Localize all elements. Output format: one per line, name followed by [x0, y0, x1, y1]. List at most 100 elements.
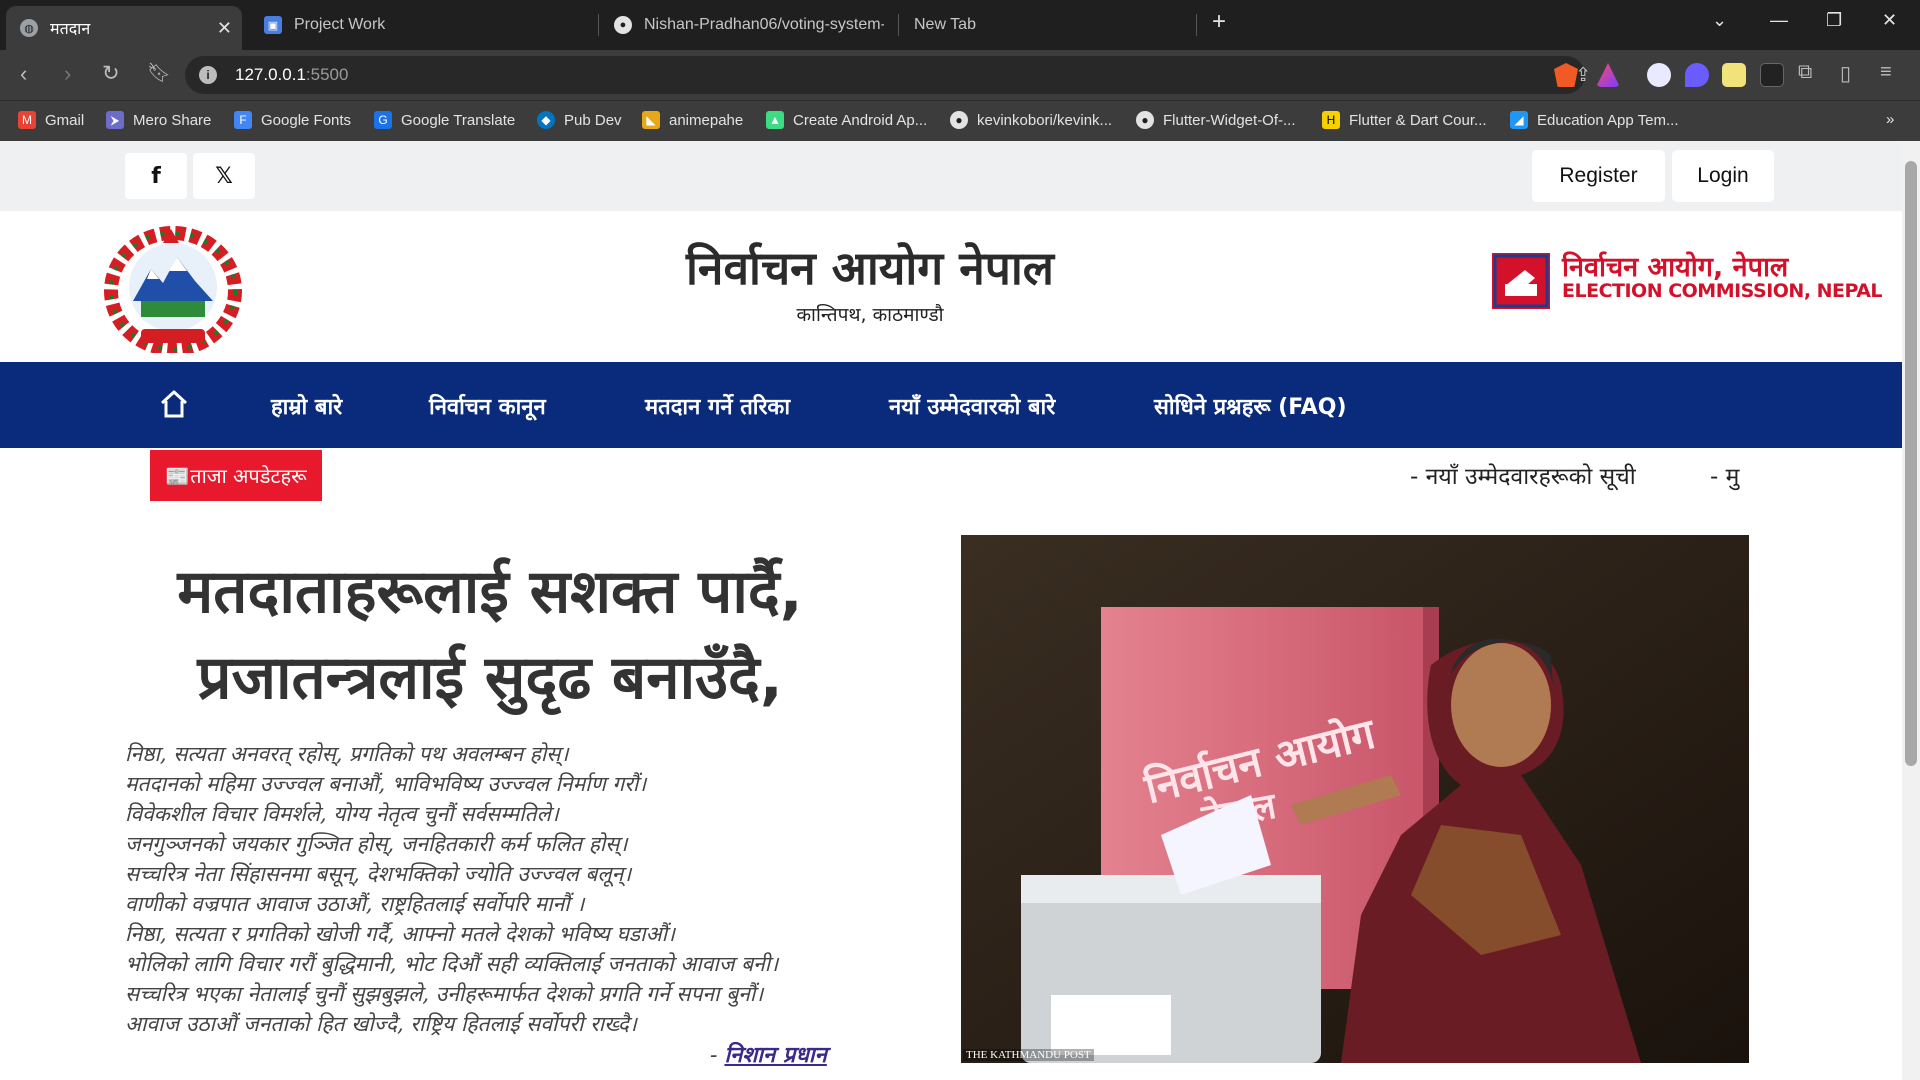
tab-title: Nishan-Pradhan06/voting-system-ht [644, 16, 884, 33]
poem-line: निष्ठा, सत्यता र प्रगतिको खोजी गर्दै, आफ… [125, 922, 676, 946]
bookmark-flutter-widget[interactable]: ● Flutter-Widget-Of-... [1136, 111, 1296, 129]
extension-circle-icon[interactable] [1647, 63, 1671, 87]
poem-line: विवेकशील विचार विमर्शले, योग्य नेतृत्व च… [125, 802, 559, 826]
poem-line: आवाज उठाऔं जनताको हित खोज्दै, राष्ट्रिय … [125, 1012, 637, 1036]
tab-divider [598, 14, 599, 36]
tab-title: मतदान [50, 21, 91, 38]
tab-search-chevron-icon[interactable]: ⌄ [1712, 10, 1727, 31]
tab-strip: ◍ मतदान ✕ ▣ Project Work ● Nishan-Pradha… [0, 0, 1920, 50]
bookmarks-overflow-icon[interactable]: » [1886, 111, 1894, 128]
hero-title-line: मतदाताहरूलाई सशक्त पार्दै, [177, 557, 803, 627]
new-tab-icon[interactable]: + [1212, 8, 1226, 36]
login-button[interactable]: Login [1672, 150, 1774, 202]
android-icon: ▲ [766, 111, 784, 129]
bookmark-pub-dev[interactable]: ◆ Pub Dev [537, 111, 622, 129]
election-commission-logo-icon [1492, 253, 1550, 309]
facebook-button[interactable]: f [125, 153, 187, 199]
bookmark-create-android[interactable]: ▲ Create Android Ap... [766, 111, 927, 129]
nav-election-law[interactable]: निर्वाचन कानून [429, 391, 546, 421]
sidebar-icon[interactable]: ▯ [1840, 61, 1851, 86]
extensions-puzzle-icon[interactable]: ⧉ [1798, 61, 1812, 84]
bookmark-google-fonts[interactable]: F Google Fonts [234, 111, 351, 129]
scrollbar-thumb[interactable] [1905, 161, 1917, 766]
github-icon: ● [950, 111, 968, 129]
poem-line: जनगुञ्जनको जयकार गुञ्जित होस्, जनहितकारी… [125, 832, 628, 856]
back-icon[interactable]: ‹ [20, 61, 27, 87]
bookmark-google-translate[interactable]: G Google Translate [374, 111, 515, 129]
poem-line: सच्चरित्र नेता सिंहासनमा बसून्, देशभक्ति… [125, 862, 632, 886]
bookmark-mero-share[interactable]: ⮞ Mero Share [106, 111, 211, 129]
site-subtitle: कान्तिपथ, काठमाण्डौ [796, 304, 944, 326]
photo-credit: THE KATHMANDU POST [963, 1049, 1094, 1061]
browser-chrome: ◍ मतदान ✕ ▣ Project Work ● Nishan-Pradha… [0, 0, 1920, 141]
ec-logo-text-nepali: निर्वाचन आयोग, नेपाल [1562, 252, 1789, 283]
nav-about-us[interactable]: हाम्रो बारे [271, 391, 342, 421]
site-header: निर्वाचन आयोग नेपाल कान्तिपथ, काठमाण्डौ … [0, 211, 1902, 361]
tab-new[interactable]: New Tab [900, 6, 1190, 44]
author-link[interactable]: निशान प्रधान [724, 1042, 826, 1068]
tab-project-work[interactable]: ▣ Project Work [250, 6, 486, 44]
reload-icon[interactable]: ↻ [102, 61, 120, 86]
bookmarks-bar: M Gmail ⮞ Mero Share F Google Fonts G Google… [0, 100, 1920, 141]
menu-icon[interactable]: ≡ [1880, 61, 1892, 84]
home-icon[interactable] [159, 389, 189, 419]
nav-how-to-vote[interactable]: मतदान गर्ने तरिका [645, 391, 790, 421]
latest-updates-badge: 📰ताजा अपडेटहरू [150, 450, 322, 501]
github-icon: ● [1136, 111, 1154, 129]
voting-photo-illustration: निर्वाचन आयोग नेपाल [961, 535, 1749, 1063]
browser-toolbar: ‹ › ↻ 🔖︎ i 127.0.0.1:5500 ⇪ ⧉ ▯ ≡ [0, 50, 1920, 100]
extension-f-icon[interactable] [1722, 63, 1746, 87]
bookmark-kevinkobori[interactable]: ● kevinkobori/kevink... [950, 111, 1112, 129]
bookmark-gmail[interactable]: M Gmail [18, 111, 84, 129]
nav-faq[interactable]: सोधिने प्रश्नहरू (FAQ) [1154, 391, 1347, 421]
poem-line: भोलिको लागि विचार गरौं बुद्धिमानी, भोट द… [125, 952, 779, 976]
hero-photo: निर्वाचन आयोग नेपाल THE KATHMANDU POST [961, 535, 1749, 1063]
top-bar: f 𝕏 Register Login [0, 141, 1902, 211]
extension-dark-icon[interactable] [1760, 63, 1784, 87]
bookmark-flutter-dart-course[interactable]: H Flutter & Dart Cour... [1322, 111, 1487, 129]
tab-github[interactable]: ● Nishan-Pradhan06/voting-system-ht [600, 6, 890, 44]
site-title: निर्वाचन आयोग नेपाल [686, 241, 1054, 295]
facebook-icon: f [151, 163, 161, 189]
news-ticker-item[interactable]: - नयाँ उम्मेदवारहरूको सूची [1410, 459, 1636, 491]
restore-icon[interactable]: ❐ [1826, 10, 1842, 31]
site-info-icon[interactable]: i [199, 66, 217, 84]
gmail-icon: M [18, 111, 36, 129]
bookmark-animepahe[interactable]: ◣ animepahe [642, 111, 743, 129]
close-window-icon[interactable]: ✕ [1882, 10, 1897, 31]
poem-line: सच्चरित्र भएका नेतालाई चुनौं सुझबुझले, उ… [125, 982, 764, 1006]
x-twitter-icon: 𝕏 [215, 163, 233, 189]
nav-new-candidates[interactable]: नयाँ उम्मेदवारको बारे [889, 391, 1055, 421]
x-twitter-button[interactable]: 𝕏 [193, 153, 255, 199]
bookmark-education-app[interactable]: ◢ Education App Tem... [1510, 111, 1678, 129]
ec-logo-text-english: ELECTION COMMISSION, NEPAL [1562, 280, 1883, 302]
page-scrollbar[interactable] [1902, 141, 1920, 1080]
howto-icon: H [1322, 111, 1340, 129]
minimize-icon[interactable]: — [1770, 10, 1788, 31]
poem-author: - निशान प्रधान [710, 1042, 827, 1068]
github-icon: ● [614, 16, 632, 34]
google-translate-icon: G [374, 111, 392, 129]
tab-divider [1196, 14, 1197, 36]
extension-drop-icon[interactable] [1685, 63, 1709, 87]
url-text[interactable]: 127.0.0.1:5500 [235, 65, 348, 85]
google-fonts-icon: F [234, 111, 252, 129]
poem-line: निष्ठा, सत्यता अनवरत् रहोस्, प्रगतिको पथ… [125, 742, 569, 766]
register-button[interactable]: Register [1532, 150, 1665, 202]
news-ticker-item[interactable]: - मु [1710, 459, 1750, 491]
tab-close-icon[interactable]: ✕ [217, 18, 232, 39]
brave-rewards-icon[interactable] [1596, 63, 1620, 87]
poem-line: मतदानको महिमा उज्ज्वल बनाऔं, भाविभविष्य … [125, 772, 647, 796]
bookmark-icon[interactable]: 🔖︎ [147, 61, 171, 85]
tab-active[interactable]: ◍ मतदान ✕ [6, 6, 242, 50]
mero-share-icon: ⮞ [106, 111, 124, 129]
contact-icon: ▣ [264, 16, 282, 34]
forward-icon[interactable]: › [64, 61, 71, 87]
address-bar[interactable]: i 127.0.0.1:5500 ⇪ [185, 56, 1591, 94]
share-icon[interactable]: ⇪ [1575, 64, 1591, 87]
globe-icon: ◍ [20, 19, 38, 37]
hero-title: मतदाताहरूलाई सशक्त पार्दै, प्रजातन्त्रला… [110, 549, 870, 721]
flutter-icon: ◢ [1510, 111, 1528, 129]
main-nav: हाम्रो बारे निर्वाचन कानून मतदान गर्ने त… [0, 362, 1902, 448]
tab-title: New Tab [914, 16, 976, 33]
